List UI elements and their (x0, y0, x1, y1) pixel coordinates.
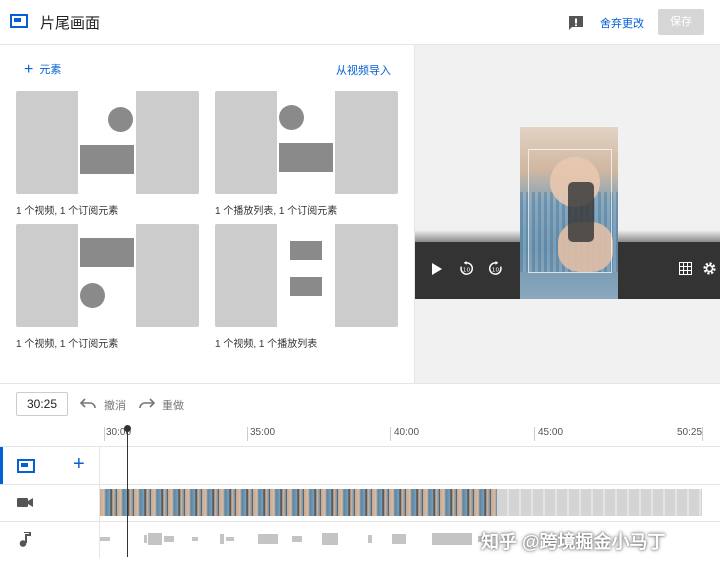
ruler-tick (104, 427, 105, 441)
subscribe-element-placeholder (108, 107, 133, 132)
settings-icon[interactable] (702, 261, 717, 276)
template-label: 1 个视频, 1 个播放列表 (215, 339, 318, 350)
feedback-icon[interactable] (568, 15, 584, 31)
ruler-tick-label: 50:25 (677, 427, 703, 438)
play-icon[interactable] (432, 263, 442, 275)
music-note-icon (19, 532, 31, 547)
template-label: 1 个播放列表, 1 个订阅元素 (215, 206, 338, 217)
redo-icon[interactable] (139, 397, 155, 409)
ruler-tick (390, 427, 391, 441)
ruler-tick-label: 45:00 (538, 427, 564, 438)
timeline-toolbar: 30:25 撤消 重做 (0, 383, 720, 423)
track-gutter (0, 485, 100, 521)
video-element-placeholder (80, 145, 134, 174)
track-gutter (0, 447, 100, 484)
track-gutter (0, 522, 100, 558)
template-card[interactable] (16, 91, 199, 194)
ruler-tick (534, 427, 535, 441)
undo-icon[interactable] (80, 397, 96, 409)
page-title: 片尾画面 (40, 15, 101, 32)
end-screen-track[interactable]: + (0, 446, 720, 484)
video-element-placeholder (80, 238, 134, 267)
undo-button[interactable]: 撤消 (104, 397, 126, 413)
playlist-element-placeholder (290, 277, 322, 296)
video-thumbnails-strip (100, 489, 497, 516)
timeline-ruler: 30:00 35:00 40:00 45:00 50:25 (100, 423, 720, 446)
ruler-tick (702, 427, 703, 441)
element-templates-panel: + 元素 从视频导入 1 个视频, 1 个订阅元素 1 个播放列表, 1 个订阅… (0, 45, 414, 383)
redo-button[interactable]: 重做 (162, 397, 184, 413)
video-camera-icon (17, 498, 33, 507)
template-label: 1 个视频, 1 个订阅元素 (16, 206, 119, 217)
video-preview: 10 10 (414, 45, 720, 383)
playhead[interactable] (127, 428, 128, 557)
end-screen-icon (17, 459, 35, 473)
rewind-10-icon[interactable]: 10 (459, 261, 474, 276)
end-screen-icon (10, 14, 28, 28)
plus-icon: + (24, 60, 34, 78)
audio-waveform (100, 533, 486, 545)
header: 片尾画面 舍弃更改 保存 (0, 0, 720, 45)
template-frame (277, 224, 335, 327)
import-from-video-button[interactable]: 从视频导入 (336, 62, 391, 78)
template-card[interactable] (215, 91, 398, 194)
ruler-tick-label: 40:00 (394, 427, 420, 438)
video-thumbnails-empty (497, 489, 702, 516)
save-button[interactable]: 保存 (658, 9, 704, 35)
template-frame (78, 91, 136, 194)
playhead-handle[interactable] (124, 425, 131, 432)
discard-changes-button[interactable]: 舍弃更改 (600, 15, 644, 31)
svg-text:10: 10 (463, 267, 471, 273)
add-element-button[interactable]: + 元素 (24, 61, 61, 77)
ruler-tick (247, 427, 248, 441)
template-card[interactable] (16, 224, 199, 327)
playlist-element-placeholder (279, 143, 333, 172)
video-element-placeholder (290, 241, 322, 260)
template-label: 1 个视频, 1 个订阅元素 (16, 339, 119, 350)
grid-icon[interactable] (679, 262, 692, 275)
watermark: 知乎 @跨境掘金小马丁 (481, 532, 666, 552)
add-element-label: 元素 (39, 64, 62, 76)
template-card[interactable] (215, 224, 398, 327)
video-frame (520, 127, 618, 299)
subscribe-element-placeholder (279, 105, 304, 130)
subscribe-element-placeholder (80, 283, 105, 308)
plus-icon[interactable]: + (73, 454, 85, 474)
svg-text:10: 10 (492, 267, 500, 273)
forward-10-icon[interactable]: 10 (488, 261, 503, 276)
ruler-tick-label: 35:00 (250, 427, 276, 438)
current-time-input[interactable]: 30:25 (16, 392, 68, 416)
